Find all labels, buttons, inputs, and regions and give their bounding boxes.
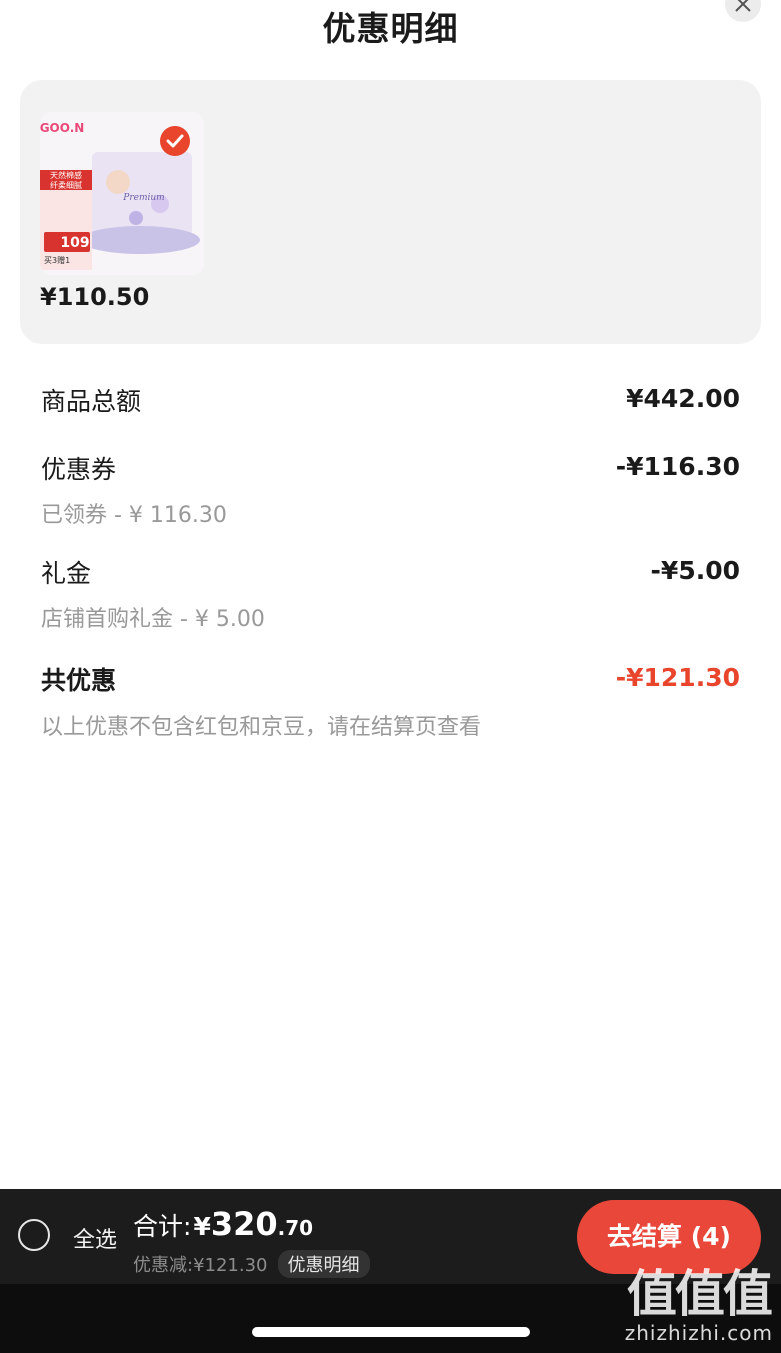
- gift-cash-detail: 店铺首购礼金 - ¥ 5.00: [41, 607, 265, 632]
- discount-detail-link[interactable]: 优惠明细: [277, 1250, 370, 1278]
- select-all-label[interactable]: 全选: [73, 1222, 117, 1254]
- total-yen: ¥: [193, 1212, 211, 1241]
- header: 优惠明细: [0, 0, 781, 60]
- total-discount-label: 共优惠: [41, 666, 117, 695]
- gift-cash-amount: -¥5.00: [650, 556, 740, 585]
- select-all-checkbox[interactable]: [18, 1219, 50, 1251]
- saving-text: 优惠减:¥121.30: [133, 1255, 268, 1276]
- promo-text: 买3赠1: [44, 255, 70, 265]
- page-title: 优惠明细: [322, 9, 459, 48]
- close-icon: [735, 0, 751, 12]
- product-card: 天然棉感 纤柔细腻 109 买3赠1 GOO.N Premium ¥110.50: [20, 80, 761, 344]
- product-image[interactable]: 天然棉感 纤柔细腻 109 买3赠1 GOO.N Premium: [40, 112, 204, 275]
- checkout-button[interactable]: 去结算 (4): [577, 1200, 761, 1274]
- badge-line1-text: 天然棉感: [50, 170, 82, 180]
- price-tag-text: 109: [60, 235, 89, 251]
- total-label: 合计:: [133, 1212, 192, 1241]
- coupon-detail: 已领券 - ¥ 116.30: [41, 503, 227, 528]
- saving-line: 优惠减:¥121.30 优惠明细: [133, 1250, 370, 1278]
- coupon-amount: -¥116.30: [615, 452, 740, 481]
- total-discount-amount: -¥121.30: [615, 663, 740, 692]
- total-price: 合计:¥320.70: [133, 1205, 313, 1243]
- home-indicator[interactable]: [252, 1327, 530, 1337]
- selected-check-icon: [160, 126, 190, 156]
- watermark-site: zhizhizhi.com: [624, 1321, 773, 1345]
- package-text: Premium: [122, 193, 164, 203]
- goods-total-amount: ¥442.00: [626, 384, 740, 413]
- coupon-label: 优惠券: [41, 455, 117, 484]
- discount-note: 以上优惠不包含红包和京豆，请在结算页查看: [41, 715, 482, 740]
- gift-cash-label: 礼金: [41, 559, 92, 588]
- brand-logo-text: GOO.N: [40, 121, 84, 135]
- product-price: ¥110.50: [40, 283, 150, 311]
- watermark: 值值值 zhizhizhi.com: [625, 1266, 773, 1344]
- goods-total-label: 商品总额: [41, 387, 142, 416]
- total-decimal: .70: [277, 1216, 314, 1240]
- watermark-logo: 值值值: [626, 1265, 773, 1323]
- total-integer: 320: [210, 1205, 278, 1243]
- badge-line2-text: 纤柔细腻: [50, 180, 82, 190]
